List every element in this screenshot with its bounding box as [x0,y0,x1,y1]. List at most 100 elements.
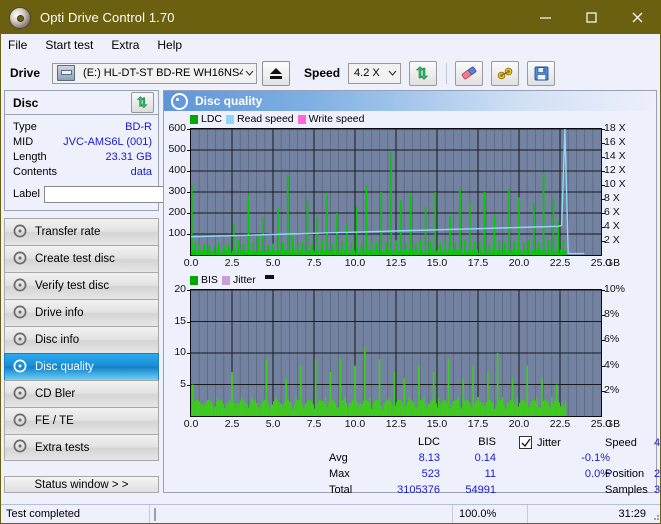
sidebar-item-verify-test-disc[interactable]: Verify test disc [4,272,159,299]
stats-max-bis: 11 [484,468,496,480]
sidebar-item-label: Extra tests [35,441,90,454]
sidebar-item-label: FE / TE [35,415,74,427]
disc-icon [13,439,27,456]
disc-icon [13,359,27,376]
maximize-button[interactable] [568,1,614,34]
app-disc-icon [9,6,31,29]
page-title: Disc quality [195,94,263,108]
drive-select-value: (E:) HL-DT-ST BD-RE WH16NS48 1.D3 [83,67,243,79]
menu-help[interactable]: Help [157,36,191,54]
refresh-arrows-icon [415,65,429,80]
disc-mid-value: JVC-AMS6L (001) [63,135,152,148]
disc-label-row: Label [13,183,248,205]
title-bar: Opti Drive Control 1.70 [1,1,660,34]
elapsed-time: 31:29 [527,504,660,523]
position-stat-value: 23862 MB [654,468,661,480]
speed-label: Speed [304,66,341,80]
eraser-icon [461,66,476,79]
erase-button[interactable] [455,60,484,86]
stats-avg-ldc: 8.13 [418,452,440,464]
menu-file[interactable]: File [8,36,36,54]
stats-panel: LDC BIS Avg 8.13 0.14 -0.1% Max 523 11 0… [164,111,660,496]
stats-total-bis: 54991 [465,484,496,496]
refresh-drive-button[interactable] [409,60,438,86]
status-message: Test completed [6,508,80,520]
disc-icon [13,224,27,241]
stats-avg-bis: 0.14 [474,452,496,464]
refresh-arrows-icon [136,96,148,109]
sidebar-item-label: CD Bler [35,388,76,400]
disc-icon [13,251,27,268]
drive-select[interactable]: (E:) HL-DT-ST BD-RE WH16NS48 1.D3 [52,62,258,84]
sidebar-item-label: Drive info [35,307,84,319]
disc-refresh-button[interactable] [131,92,154,113]
sidebar-item-fe-te[interactable]: FE / TE [4,407,159,434]
disc-icon [13,278,27,295]
stats-max-ldc: 523 [421,468,440,480]
sidebar: Disc Type BD-R MID JVC-AMS6L (001) Lengt… [4,90,248,493]
samples-stat-value: 381523 [654,484,661,496]
sidebar-item-extra-tests[interactable]: Extra tests [4,434,159,461]
disc-contents-label: Contents [13,165,58,178]
sidebar-item-create-test-disc[interactable]: Create test disc [4,245,159,272]
disc-row-length: Length 23.31 GB [13,149,152,164]
disc-icon [13,332,27,349]
speed-select-value: 4.2 X [354,67,380,79]
progress-bar [149,504,452,523]
speed-stat-value: 4.23 X [654,437,661,449]
stats-row-total-label: Total [329,484,353,496]
disc-mid-label: MID [13,135,34,148]
tools-icon [497,67,512,79]
drive-label: Drive [10,66,41,80]
sidebar-item-disc-info[interactable]: Disc info [4,326,159,353]
disc-label-caption: Label [13,188,40,200]
main-panel: Disc quality LDC Read speed Write speed … [163,90,660,496]
progress-percent: 100.0% [452,504,527,523]
stats-max-jitter: 0.0% [584,468,610,480]
nav-list: Transfer rate Create test disc Verify te… [4,218,159,461]
menu-start-test[interactable]: Start test [45,36,102,54]
sidebar-item-cd-bler[interactable]: CD Bler [4,380,159,407]
eject-button[interactable] [262,60,291,86]
main-panel-header: Disc quality [164,91,656,111]
stats-row-avg-label: Avg [329,452,348,464]
disc-contents-value: data [130,165,152,178]
disc-fields: Type BD-R MID JVC-AMS6L (001) Length 23.… [5,115,248,210]
disc-row-type: Type BD-R [13,119,152,134]
toolbar-divider [446,62,448,84]
menu-extra[interactable]: Extra [111,36,148,54]
app-window: Opti Drive Control 1.70 File Start test … [0,0,661,524]
minimize-button[interactable] [522,1,568,34]
jitter-checkbox[interactable] [519,436,532,449]
drive-icon [57,65,76,81]
disc-quality-icon [171,92,188,110]
resize-grip[interactable] [649,510,659,520]
sidebar-item-label: Verify test disc [35,280,110,292]
disc-icon [13,305,27,322]
speed-select[interactable]: 4.2 X [348,62,402,84]
stats-total-ldc: 3105376 [397,484,440,496]
sidebar-item-label: Disc info [35,334,80,346]
tools-button[interactable] [491,60,520,86]
save-button[interactable] [527,60,556,86]
stats-col-bis: BIS [478,436,496,448]
position-stat-label: Position [605,468,645,480]
samples-stat-label: Samples [605,484,648,496]
disc-length-value: 23.31 GB [105,150,152,163]
disc-icon [13,413,27,430]
stats-col-ldc: LDC [417,436,440,448]
menu-bar: File Start test Extra Help [1,34,660,56]
disc-length-label: Length [13,150,47,163]
sidebar-item-drive-info[interactable]: Drive info [4,299,159,326]
status-window-button[interactable]: Status window > > [4,476,159,493]
eject-icon [270,67,283,79]
disc-panel-header: Disc [5,91,158,115]
status-bar: Test completed 100.0% 31:29 [1,504,660,523]
speed-stat-label: Speed [605,437,637,449]
sidebar-item-transfer-rate[interactable]: Transfer rate [4,218,159,245]
sidebar-item-disc-quality[interactable]: Disc quality [4,353,159,380]
sidebar-item-label: Create test disc [35,253,115,265]
close-button[interactable] [614,1,660,34]
stats-avg-jitter: -0.1% [581,452,610,464]
